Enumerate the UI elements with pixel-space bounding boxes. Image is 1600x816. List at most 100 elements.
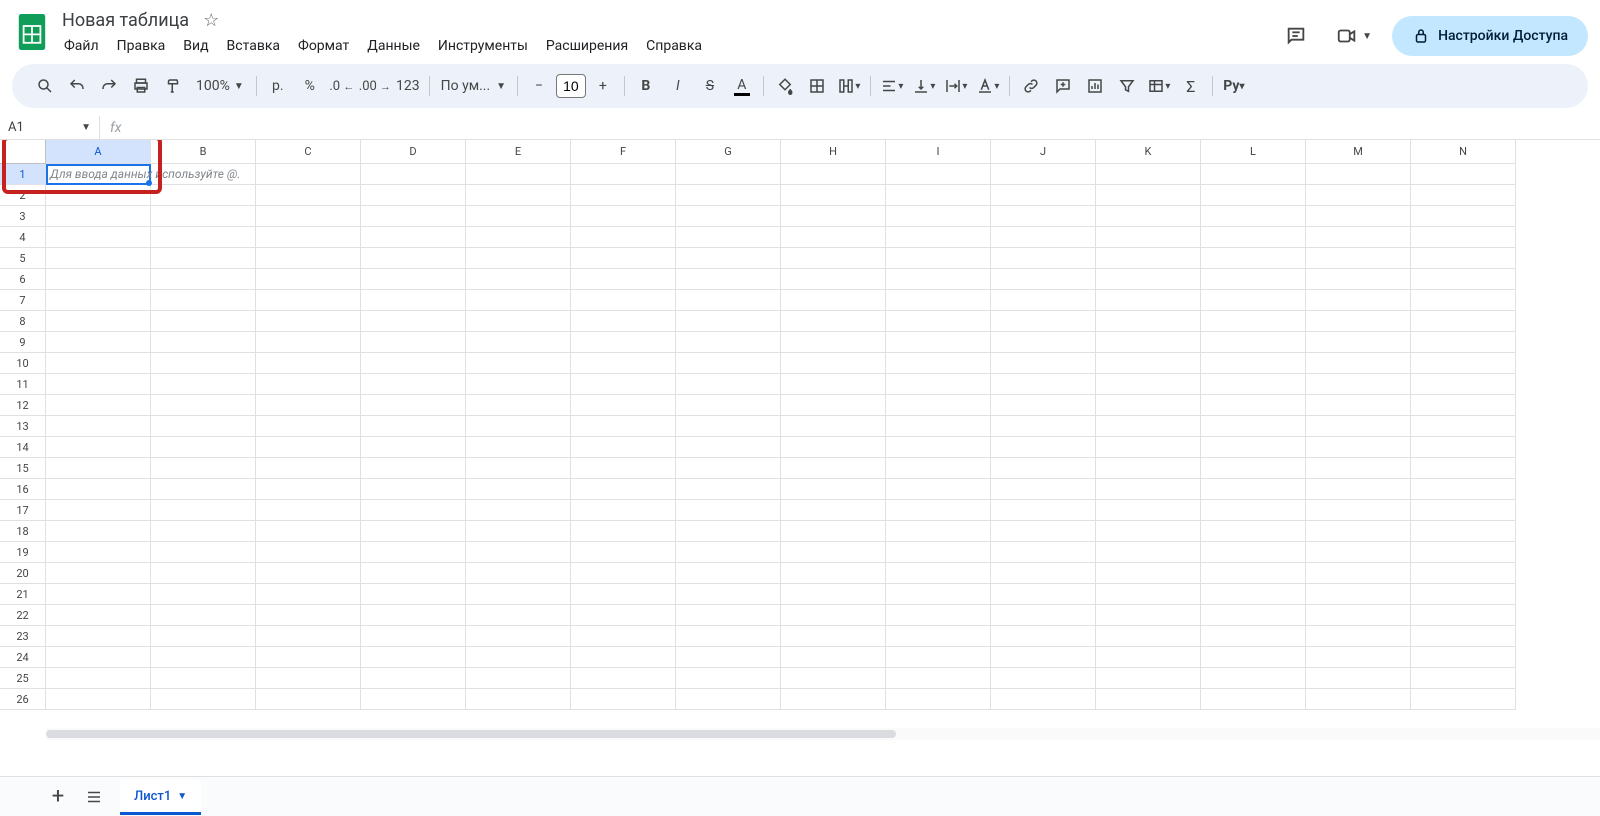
cell[interactable] [991,374,1096,395]
cell[interactable] [256,626,361,647]
cell[interactable] [676,626,781,647]
cell[interactable] [1096,164,1201,185]
cell[interactable] [46,248,151,269]
cell[interactable] [1411,479,1516,500]
star-icon[interactable]: ☆ [203,10,219,31]
cell[interactable] [991,332,1096,353]
cell[interactable] [361,500,466,521]
zoom-select[interactable]: 100%▼ [190,71,250,101]
cell[interactable] [46,542,151,563]
cell[interactable] [886,500,991,521]
cell[interactable] [886,311,991,332]
cell[interactable] [991,290,1096,311]
column-header[interactable]: L [1201,140,1306,164]
cell[interactable] [781,542,886,563]
row-header[interactable]: 19 [0,542,46,563]
cell[interactable] [361,437,466,458]
column-header[interactable]: B [151,140,256,164]
cell[interactable] [571,164,676,185]
cell[interactable] [151,164,256,185]
cell[interactable] [1096,563,1201,584]
cell[interactable] [466,248,571,269]
cell[interactable] [1306,290,1411,311]
cell[interactable] [1411,374,1516,395]
cell[interactable] [46,437,151,458]
cell[interactable] [361,395,466,416]
cell[interactable] [676,668,781,689]
menu-view[interactable]: Вид [175,34,216,58]
cell[interactable] [466,374,571,395]
decrease-decimal-icon[interactable]: .0 ← [327,71,357,101]
cell[interactable] [46,605,151,626]
cell[interactable] [571,647,676,668]
row-header[interactable]: 22 [0,605,46,626]
cell[interactable] [1201,500,1306,521]
cell[interactable] [256,269,361,290]
share-button[interactable]: Настройки Доступа [1392,16,1588,56]
cell[interactable] [256,374,361,395]
cell[interactable] [781,626,886,647]
cell[interactable] [1306,353,1411,374]
cell[interactable] [1096,206,1201,227]
cell[interactable] [1096,353,1201,374]
print-icon[interactable] [126,71,156,101]
cell[interactable] [1306,500,1411,521]
cell[interactable] [256,542,361,563]
cell[interactable] [1411,164,1516,185]
cell[interactable] [571,626,676,647]
row-header[interactable]: 16 [0,479,46,500]
cell[interactable] [676,185,781,206]
cell[interactable] [781,353,886,374]
cell[interactable] [1096,521,1201,542]
row-header[interactable]: 12 [0,395,46,416]
cell[interactable] [256,353,361,374]
cell[interactable] [1096,458,1201,479]
cell[interactable] [676,458,781,479]
cell[interactable] [256,479,361,500]
cell[interactable] [46,227,151,248]
cell[interactable] [466,584,571,605]
cell[interactable] [256,500,361,521]
cell[interactable] [46,668,151,689]
cell[interactable] [886,206,991,227]
cell[interactable] [886,626,991,647]
cell[interactable] [1096,248,1201,269]
cell[interactable] [886,479,991,500]
cell[interactable] [1201,353,1306,374]
cell[interactable] [781,248,886,269]
cell[interactable] [466,689,571,710]
cell[interactable] [256,437,361,458]
cell[interactable] [571,437,676,458]
cell[interactable] [1411,437,1516,458]
cell[interactable] [1096,668,1201,689]
cell[interactable] [466,647,571,668]
cell[interactable] [1201,311,1306,332]
cell[interactable] [361,458,466,479]
cell[interactable] [466,542,571,563]
cell[interactable] [46,500,151,521]
cell[interactable] [1411,626,1516,647]
cell[interactable] [571,584,676,605]
cell[interactable] [151,521,256,542]
cell[interactable] [1096,605,1201,626]
currency-button[interactable]: р. [263,71,293,101]
row-header[interactable]: 25 [0,668,46,689]
column-header[interactable]: F [571,140,676,164]
row-header[interactable]: 10 [0,353,46,374]
cell[interactable] [46,416,151,437]
cell[interactable] [1306,521,1411,542]
cell[interactable] [571,353,676,374]
cell[interactable] [361,521,466,542]
table-view-icon[interactable]: ▾ [1144,71,1174,101]
cell[interactable] [886,248,991,269]
cell[interactable] [781,584,886,605]
cell[interactable] [1306,269,1411,290]
cell[interactable] [781,269,886,290]
cell[interactable] [676,479,781,500]
cell[interactable] [1306,332,1411,353]
cell[interactable] [781,311,886,332]
cell[interactable] [361,416,466,437]
cell[interactable] [151,563,256,584]
cell[interactable] [466,626,571,647]
cell[interactable] [1306,206,1411,227]
